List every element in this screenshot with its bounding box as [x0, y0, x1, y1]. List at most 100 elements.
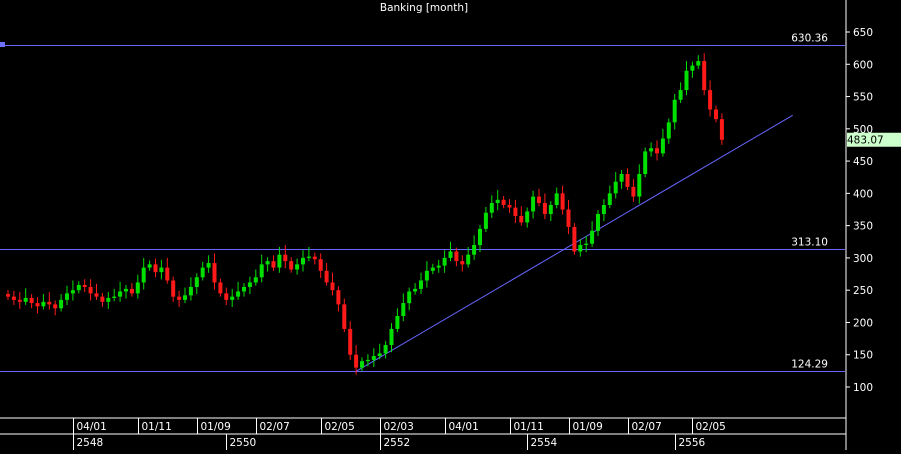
candle-body [560, 193, 565, 210]
candle-body [112, 296, 117, 298]
candle-body [531, 196, 536, 212]
candle-body [159, 267, 164, 273]
candle-body [88, 286, 93, 294]
x-axis-layer: 04/01 01/11 01/09 02/07 02/05 02/03 04/01 01/11… [0, 417, 846, 450]
candle-body [613, 181, 618, 194]
candle-body [212, 263, 217, 283]
year-label: 2552 [384, 437, 411, 449]
candle-body [253, 277, 258, 283]
candle-body [619, 174, 624, 182]
candle-body [601, 204, 606, 215]
candle-body [483, 212, 488, 229]
candle-body [660, 138, 665, 154]
candle-body [655, 148, 659, 154]
candle-body [649, 148, 654, 152]
candle-body [666, 122, 671, 139]
candle-body [719, 119, 724, 140]
candle-body [708, 90, 713, 110]
y-tick-label: 150 [853, 350, 873, 362]
candle-body [271, 261, 276, 268]
candle-body [413, 288, 418, 292]
candle-body [17, 299, 22, 302]
candle-body [224, 293, 229, 300]
candle-body [171, 280, 176, 297]
candle-body [419, 280, 423, 289]
candle-body [141, 267, 146, 283]
candle-body [318, 259, 323, 271]
candle-body [283, 254, 288, 262]
year-label: 2548 [77, 437, 104, 449]
candle-body [312, 256, 317, 260]
candle-body [424, 270, 429, 281]
chart-title: Banking [month] [380, 2, 468, 14]
y-tick-label: 250 [853, 285, 873, 297]
candle-body [537, 196, 541, 204]
candle-body [76, 285, 81, 291]
candle-body [47, 301, 52, 305]
candle-body [637, 174, 642, 197]
candles-layer [6, 53, 724, 375]
reference-lines-layer: 630.36 313.10 124.29 [0, 33, 845, 372]
candle-body [129, 288, 134, 294]
month-label: 01/11 [514, 421, 544, 433]
y-tick-label: 350 [853, 221, 873, 233]
y-tick-label: 100 [853, 382, 873, 394]
candle-body [348, 328, 353, 355]
candle-body [100, 296, 105, 302]
month-label: 02/07 [632, 421, 662, 433]
candle-body [572, 226, 577, 252]
y-tick-label: 600 [853, 59, 873, 71]
candle-body [566, 209, 571, 227]
candle-body [395, 316, 400, 329]
candle-body [383, 345, 388, 354]
candle-body [194, 277, 199, 287]
candle-body [218, 282, 223, 294]
line-drag-handle[interactable] [0, 42, 5, 47]
candle-body [436, 265, 441, 268]
candle-body [554, 193, 559, 205]
candle-body [236, 291, 241, 297]
candle-body [277, 254, 282, 268]
candle-body [684, 70, 689, 91]
candle-body [519, 215, 524, 223]
candle-body [360, 361, 364, 368]
candle-body [65, 293, 69, 300]
candle-body [495, 199, 500, 204]
candle-body [401, 303, 406, 316]
y-tick-label: 400 [853, 188, 873, 200]
candle-body [342, 304, 347, 329]
candle-body [548, 204, 553, 215]
horizontal-line-label: 630.36 [791, 33, 828, 45]
candle-body [454, 251, 459, 262]
candle-body [631, 186, 636, 197]
candle-body [590, 230, 595, 244]
candle-body [106, 297, 111, 302]
last-price-label: 483.07 [847, 135, 884, 147]
candle-body [365, 359, 370, 362]
candle-body [672, 99, 677, 123]
candle-body [696, 61, 701, 66]
year-label: 2550 [230, 437, 257, 449]
candle-body [23, 297, 28, 302]
candle-body [513, 207, 518, 216]
candle-body [147, 264, 152, 268]
candle-body [330, 282, 335, 291]
y-tick-label: 550 [853, 92, 873, 104]
candle-body [135, 282, 140, 294]
chart: 630.36 313.10 124.29 100 150 200 250 300 350 400… [0, 0, 901, 450]
y-tick-label: 450 [853, 156, 873, 168]
candle-body [690, 65, 695, 71]
candle-body [377, 353, 382, 357]
chart-svg: 630.36 313.10 124.29 100 150 200 250 300 350 400… [0, 0, 901, 450]
y-tick-label: 300 [853, 253, 873, 265]
candle-body [478, 228, 482, 245]
month-label: 01/11 [142, 421, 172, 433]
candle-body [183, 295, 187, 300]
year-label: 2556 [679, 437, 706, 449]
candle-body [643, 151, 648, 174]
candle-body [702, 61, 707, 91]
candle-body [153, 264, 158, 273]
candle-body [289, 261, 294, 270]
candle-body [489, 203, 494, 213]
y-tick-label: 200 [853, 317, 873, 329]
